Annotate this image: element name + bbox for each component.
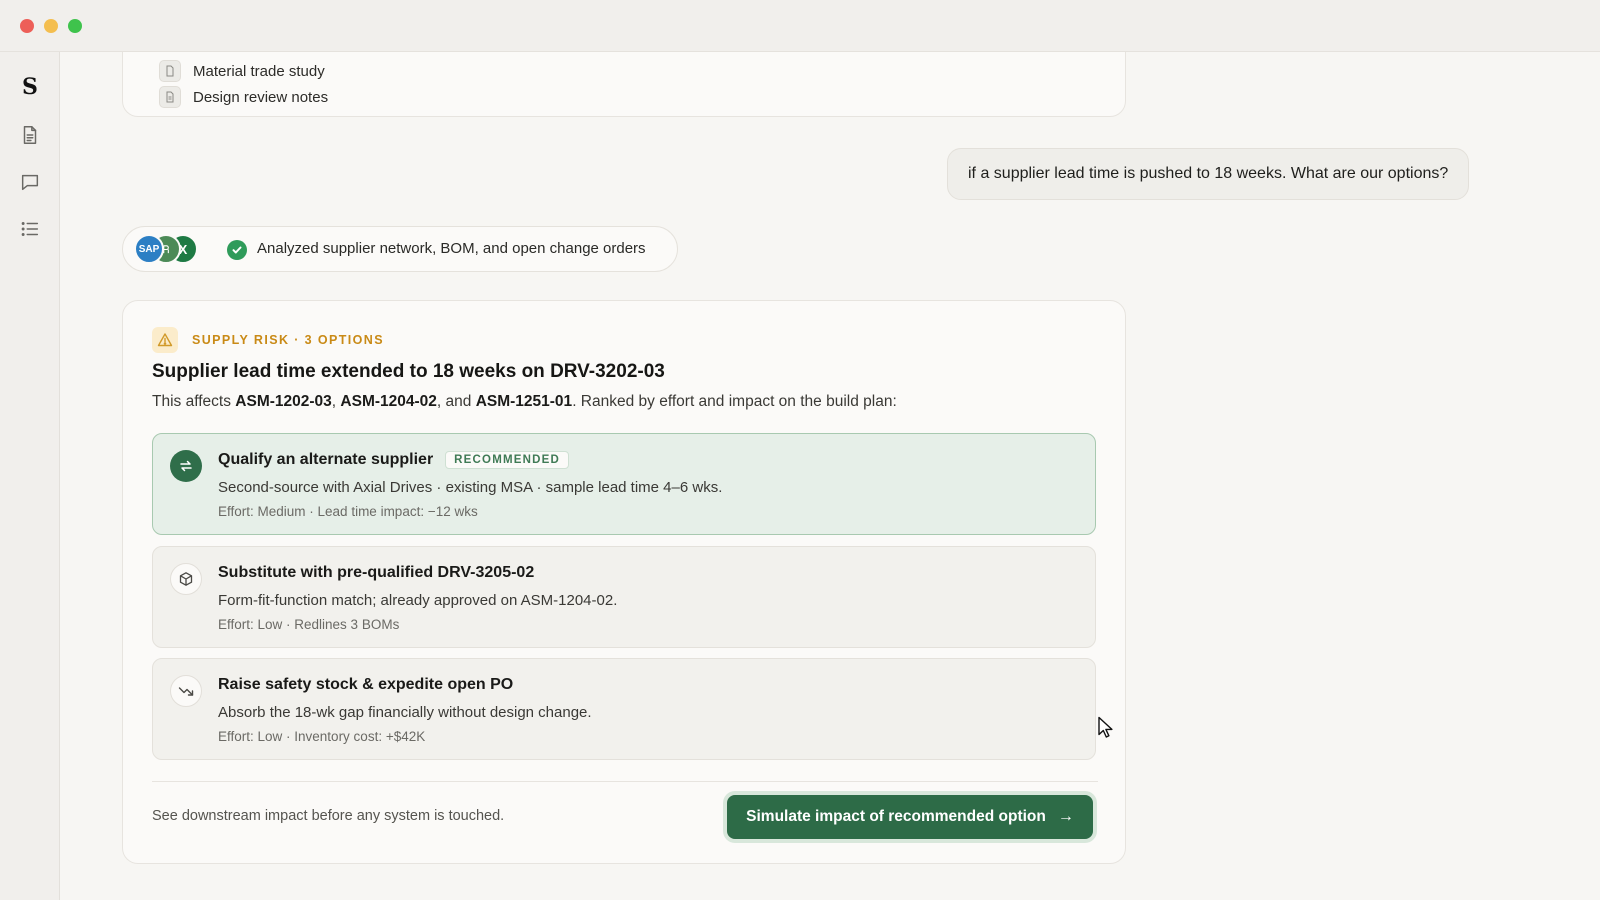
assembly-ref: ASM-1202-03 (235, 393, 332, 410)
risk-kicker: SUPPLY RISK · 3 OPTIONS (192, 333, 384, 347)
attachment-label: Design review notes (193, 88, 329, 106)
user-message-bubble: if a supplier lead time is pushed to 18 … (947, 148, 1470, 200)
attachments-card: Material trade study Design review notes (122, 52, 1126, 117)
supply-risk-card: SUPPLY RISK · 3 OPTIONS Supplier lead ti… (122, 300, 1126, 864)
close-window-button[interactable] (20, 19, 34, 33)
chat-icon[interactable] (19, 171, 41, 193)
box-icon (170, 563, 202, 595)
assembly-ref: ASM-1204-02 (340, 393, 437, 410)
list-icon[interactable] (19, 218, 41, 240)
subtitle-text: . Ranked by effort and impact on the bui… (572, 393, 897, 410)
arrow-right-icon: → (1057, 808, 1074, 825)
analysis-status-pill[interactable]: SAP X Analyzed supplier network, BOM, an… (122, 226, 678, 272)
mouse-cursor-icon (1098, 716, 1113, 738)
attachment-item[interactable]: Design review notes (159, 86, 328, 108)
sap-integration-avatar: SAP (134, 234, 164, 264)
document-icon[interactable] (19, 124, 41, 146)
option-title: Substitute with pre-qualified DRV-3205-0… (218, 564, 535, 581)
option-safety-stock[interactable]: Raise safety stock & expedite open PO Ab… (152, 658, 1096, 760)
trend-down-icon (170, 675, 202, 707)
attachment-item[interactable]: Material trade study (159, 60, 325, 82)
option-title: Raise safety stock & expedite open PO (218, 676, 514, 693)
file-icon (159, 60, 181, 82)
option-alternate-supplier[interactable]: Qualify an alternate supplier RECOMMENDE… (152, 433, 1096, 535)
maximize-window-button[interactable] (68, 19, 82, 33)
risk-title: Supplier lead time extended to 18 weeks … (152, 361, 665, 382)
chat-main[interactable]: Material trade study Design review notes… (60, 52, 1600, 900)
file-icon (159, 86, 181, 108)
attachment-label: Material trade study (193, 62, 325, 80)
status-text: Analyzed supplier network, BOM, and open… (257, 240, 646, 257)
option-meta: Effort: Low · Inventory cost: +$42K (218, 729, 426, 744)
app-logo[interactable]: S (20, 74, 40, 100)
option-description: Second-source with Axial Drives · existi… (218, 479, 723, 496)
swap-icon (170, 450, 202, 482)
subtitle-text: , and (436, 393, 476, 410)
recommended-badge: RECOMMENDED (445, 451, 570, 469)
footer-note: See downstream impact before any system … (152, 808, 505, 824)
option-description: Absorb the 18-wk gap financially without… (218, 704, 592, 721)
option-meta: Effort: Medium · Lead time impact: −12 w… (218, 504, 478, 519)
assembly-ref: ASM-1251-01 (475, 393, 573, 410)
check-circle-icon (227, 240, 247, 260)
risk-subtitle: This affects ASM-1202-03, ASM-1204-02, a… (152, 393, 897, 411)
simulate-button-label: Simulate impact of recommended option (746, 808, 1046, 825)
option-description: Form-fit-function match; already approve… (218, 592, 618, 609)
sidebar: S (0, 52, 60, 900)
simulate-impact-button[interactable]: Simulate impact of recommended option → (727, 795, 1093, 839)
window-titlebar (0, 0, 1600, 52)
subtitle-text: This affects (152, 393, 236, 410)
warning-icon (152, 327, 178, 353)
card-divider (152, 781, 1098, 782)
option-title-text: Qualify an alternate supplier (218, 451, 434, 468)
option-title: Qualify an alternate supplier RECOMMENDE… (218, 451, 570, 469)
option-meta: Effort: Low · Redlines 3 BOMs (218, 617, 400, 632)
option-substitute-part[interactable]: Substitute with pre-qualified DRV-3205-0… (152, 546, 1096, 648)
minimize-window-button[interactable] (44, 19, 58, 33)
